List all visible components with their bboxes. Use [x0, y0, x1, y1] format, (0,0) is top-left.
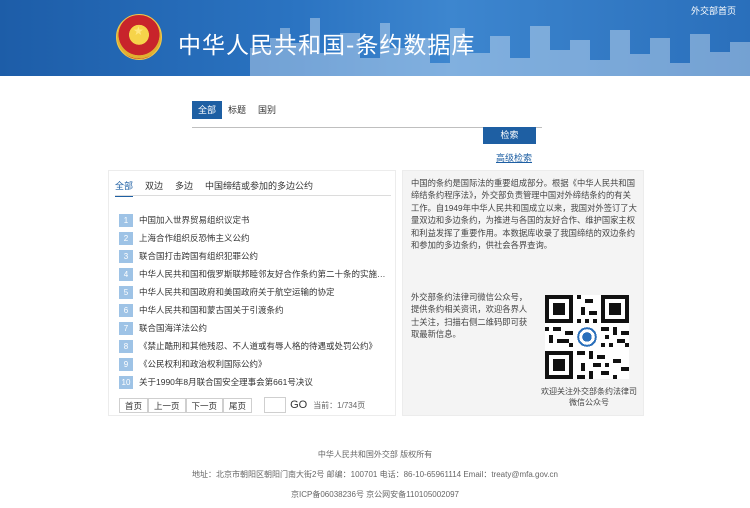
- search-scope-tabs: 全部 标题 国别: [192, 101, 282, 119]
- item-number: 8: [119, 339, 133, 353]
- database-intro-text: 中国的条约是国际法的重要组成部分。根据《中华人民共和国缔结条约程序法》，外交部负…: [411, 178, 637, 251]
- item-number: 7: [119, 321, 133, 335]
- footer-icp: 京ICP备06038236号 京公网安备110105002097: [291, 490, 459, 499]
- mfa-home-link[interactable]: 外交部首页: [691, 4, 736, 17]
- list-item[interactable]: 10 关于1990年8月联合国安全理事会第661号决议: [119, 373, 389, 391]
- treaty-title-link[interactable]: 联合国打击跨国有组织犯罪公约: [139, 250, 258, 262]
- treaty-title-link[interactable]: 联合国海洋法公约: [139, 322, 207, 334]
- next-page-button[interactable]: 下一页: [185, 397, 224, 413]
- list-item[interactable]: 8 《禁止酷刑和其他残忍、不人道或有辱人格的待遇或处罚公约》: [119, 337, 389, 355]
- treaty-list: 1 中国加入世界贸易组织议定书 2 上海合作组织反恐怖主义公约 3 联合国打击跨国有组…: [119, 211, 389, 391]
- treaty-title-link[interactable]: 关于1990年8月联合国安全理事会第661号决议: [139, 376, 313, 388]
- site-title[interactable]: 中华人民共和国-条约数据库: [178, 26, 475, 60]
- page-info: 当前：1/734页: [313, 400, 366, 410]
- pagination: 首页 上一页 下一页 尾页 GO 当前：1/734页: [119, 397, 365, 413]
- item-number: 9: [119, 357, 133, 371]
- wechat-description: 外交部条约法律司微信公众号，提供条约相关资讯，欢迎各界人士关注，扫描右侧二维码即…: [411, 292, 528, 340]
- list-item[interactable]: 7 联合国海洋法公约: [119, 319, 389, 337]
- search-button[interactable]: 检索: [483, 127, 536, 144]
- list-item[interactable]: 6 中华人民共和国和蒙古国关于引渡条约: [119, 301, 389, 319]
- qr-code-icon: [545, 295, 629, 379]
- treaty-title-link[interactable]: 中国加入世界贸易组织议定书: [139, 214, 250, 226]
- item-number: 1: [119, 213, 133, 227]
- item-number: 4: [119, 267, 133, 281]
- go-button[interactable]: GO: [290, 399, 307, 411]
- national-emblem-icon: ★: [116, 14, 162, 60]
- item-number: 5: [119, 285, 133, 299]
- footer-contact: 地址：北京市朝阳区朝阳门南大街2号 邮编：100701 电话：86-10-659…: [191, 470, 558, 479]
- advanced-search-link[interactable]: 高级检索: [496, 151, 532, 164]
- treaty-title-link[interactable]: 中华人民共和国和俄罗斯联邦睦邻友好合作条约第二十条的实施纲要: [139, 268, 389, 280]
- item-number: 6: [119, 303, 133, 317]
- list-item[interactable]: 9 《公民权利和政治权利国际公约》: [119, 355, 389, 373]
- treaty-list-panel: 全部 双边 多边 中国缔结或参加的多边公约 1 中国加入世界贸易组织议定书 2 上海…: [108, 170, 396, 416]
- list-item[interactable]: 5 中华人民共和国政府和美国政府关于航空运输的协定: [119, 283, 389, 301]
- treaty-title-link[interactable]: 《禁止酷刑和其他残忍、不人道或有辱人格的待遇或处罚公约》: [139, 340, 377, 352]
- tabs-divider: [115, 195, 391, 196]
- item-number: 3: [119, 249, 133, 263]
- search-tab-title[interactable]: 标题: [222, 101, 252, 119]
- last-page-button[interactable]: 尾页: [223, 397, 253, 413]
- list-item[interactable]: 1 中国加入世界贸易组织议定书: [119, 211, 389, 229]
- list-item[interactable]: 4 中华人民共和国和俄罗斯联邦睦邻友好合作条约第二十条的实施纲要: [119, 265, 389, 283]
- search-tab-all[interactable]: 全部: [192, 101, 223, 119]
- list-item[interactable]: 3 联合国打击跨国有组织犯罪公约: [119, 247, 389, 265]
- site-header: ★ 中华人民共和国-条约数据库 外交部首页: [0, 0, 750, 76]
- footer-copyright: 中华人民共和国外交部 版权所有: [317, 450, 433, 459]
- list-item[interactable]: 2 上海合作组织反恐怖主义公约: [119, 229, 389, 247]
- treaty-title-link[interactable]: 中华人民共和国政府和美国政府关于航空运输的协定: [139, 286, 335, 298]
- item-number: 10: [119, 375, 133, 389]
- treaty-title-link[interactable]: 上海合作组织反恐怖主义公约: [139, 232, 250, 244]
- site-footer: 中华人民共和国外交部 版权所有 地址：北京市朝阳区朝阳门南大街2号 邮编：100…: [0, 445, 750, 505]
- first-page-button[interactable]: 首页: [119, 397, 149, 413]
- info-panel: 中国的条约是国际法的重要组成部分。根据《中华人民共和国缔结条约程序法》，外交部负…: [402, 170, 644, 416]
- treaty-title-link[interactable]: 中华人民共和国和蒙古国关于引渡条约: [139, 304, 284, 316]
- search-tab-country[interactable]: 国别: [252, 101, 282, 119]
- qr-caption: 欢迎关注外交部条约法律司微信公众号: [541, 387, 637, 407]
- prev-page-button[interactable]: 上一页: [148, 397, 186, 413]
- item-number: 2: [119, 231, 133, 245]
- treaty-title-link[interactable]: 《公民权利和政治权利国际公约》: [139, 358, 267, 370]
- page-number-input[interactable]: [264, 397, 287, 413]
